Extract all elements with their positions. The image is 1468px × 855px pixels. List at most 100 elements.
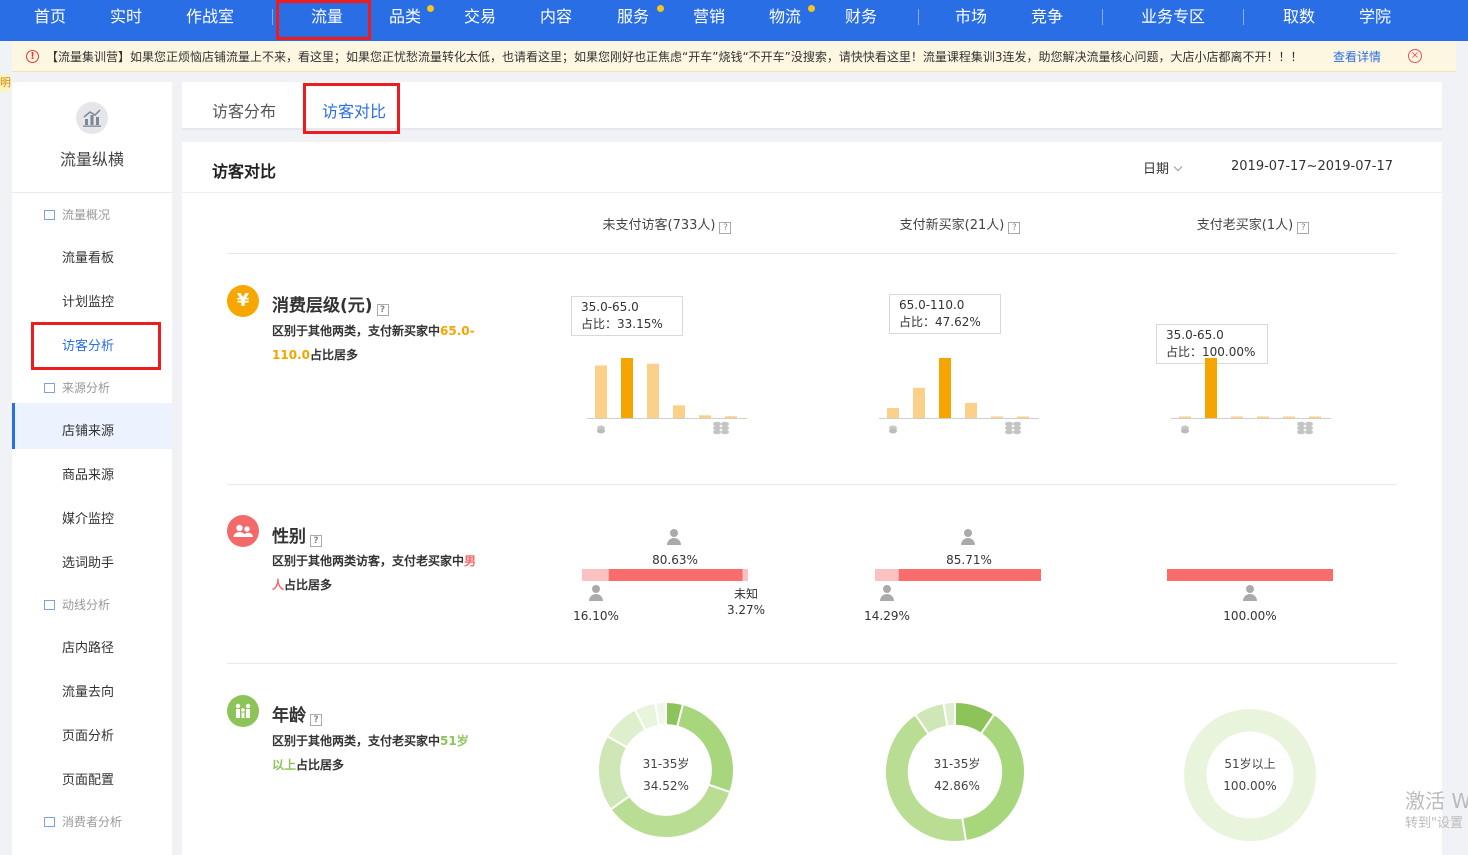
- sidebar-divider: [12, 192, 172, 193]
- consumption-bar: [1231, 416, 1243, 418]
- sidebar-item-page-analysis[interactable]: 页面分析: [62, 725, 114, 744]
- gender-female-pct-new-buyer: 14.29%: [864, 609, 910, 623]
- age-center-label-unpaid: 31-35岁: [642, 757, 690, 771]
- coin-stack-icon: [1297, 425, 1305, 431]
- building-icon: [44, 210, 55, 220]
- tooltip-unpaid-level: 35.0-65.0 占比：33.15%: [571, 296, 683, 336]
- sidebar-item-traffic-board[interactable]: 流量看板: [62, 247, 114, 266]
- highlight-box-tab: [303, 83, 400, 134]
- sidebar-group-path: 动线分析: [44, 596, 110, 613]
- age-donut-new-buyer: [884, 700, 1026, 843]
- nav-category-dot: [427, 5, 434, 12]
- family-icon: [227, 695, 259, 727]
- gender-bar-old-buyer: [1167, 569, 1333, 581]
- age-donut-slice: [1184, 709, 1316, 841]
- tooltip-new-buyer-level: 65.0-110.0 占比：47.62%: [889, 294, 1001, 334]
- building-icon: [44, 817, 55, 827]
- consumption-bar: [913, 387, 925, 418]
- nav-category[interactable]: 品类: [389, 0, 421, 33]
- consumption-bar-chart-old-buyer: [1171, 358, 1331, 435]
- coin-stack-icon: [1297, 421, 1305, 427]
- row-divider: [227, 253, 1397, 254]
- date-selector[interactable]: 日期: [1143, 158, 1183, 177]
- sidebar-item-keyword-helper[interactable]: 选词助手: [62, 552, 114, 571]
- notice-bar: ! 【流量集训营】如果您正烦恼店铺流量上不来，看这里；如果您正忧愁流量转化太低，…: [12, 42, 1456, 72]
- help-icon[interactable]: ?: [310, 535, 322, 547]
- nav-competition[interactable]: 竞争: [1031, 0, 1063, 33]
- nav-logistics[interactable]: 物流: [769, 0, 801, 33]
- gender-unknown-pct-unpaid: 3.27%: [726, 603, 766, 617]
- help-icon[interactable]: ?: [1297, 222, 1310, 234]
- coin-stack-icon: [1013, 421, 1021, 427]
- sidebar-item-page-config[interactable]: 页面配置: [62, 769, 114, 788]
- activation-watermark: 激活 W: [1405, 789, 1468, 813]
- coin-stack-icon: [721, 421, 729, 427]
- coin-stack-icon: [713, 425, 721, 431]
- gender-segment-male: [898, 569, 1041, 581]
- age-center-label-new-buyer: 31-35岁: [933, 757, 981, 771]
- nav-separator: [918, 9, 919, 25]
- nav-finance[interactable]: 财务: [845, 0, 877, 33]
- sidebar-item-media-monitor[interactable]: 媒介监控: [62, 508, 114, 527]
- female-person-icon: [589, 585, 603, 601]
- edge-mark: 明: [0, 74, 11, 92]
- coin-stack-icon: [1005, 429, 1013, 435]
- nav-realtime[interactable]: 实时: [110, 0, 142, 33]
- gender-unknown-label: 未知: [733, 587, 758, 601]
- section-title-gender: 性别?: [272, 522, 322, 547]
- nav-marketing[interactable]: 营销: [693, 0, 725, 33]
- nav-trade[interactable]: 交易: [464, 0, 496, 33]
- bar-chart-icon: [76, 102, 108, 134]
- highlight-box-visitor-analysis: [31, 322, 161, 370]
- female-person-icon: [880, 585, 894, 601]
- panel-title: 访客对比: [212, 162, 277, 181]
- consumption-bar: [1179, 416, 1191, 418]
- section-desc-age: 区别于其他两类，支付老买家中51岁以上占比居多: [272, 734, 469, 772]
- gender-bar-unpaid: [582, 569, 748, 581]
- top-nav: 首页 实时 作战室 流量 品类 交易 内容 服务 营销 物流 财务 市场 竞争 …: [0, 0, 1468, 41]
- gender-female-pct-unpaid: 16.10%: [573, 609, 619, 623]
- coin-stack-icon: [713, 421, 721, 427]
- sidebar-group-source: 来源分析: [44, 379, 110, 396]
- sidebar-item-store-path[interactable]: 店内路径: [62, 637, 114, 656]
- nav-content[interactable]: 内容: [540, 0, 572, 33]
- section-title-age: 年龄?: [272, 701, 322, 726]
- building-icon: [44, 383, 55, 393]
- nav-market[interactable]: 市场: [955, 0, 987, 33]
- close-icon[interactable]: ×: [1408, 49, 1422, 63]
- nav-data-fetch[interactable]: 取数: [1283, 0, 1315, 33]
- section-desc-gender: 区别于其他两类访客，支付老买家中男人占比居多: [272, 554, 477, 592]
- age-center-value-old-buyer: 100.00%: [1223, 779, 1277, 793]
- tab-visitor-distribution[interactable]: 访客分布: [212, 98, 276, 122]
- age-center-label-old-buyer: 51岁以上: [1224, 757, 1276, 771]
- help-icon[interactable]: ?: [376, 304, 389, 316]
- column-head-unpaid: 未支付访客(733人)?: [572, 214, 762, 234]
- notice-text: 【流量集训营】如果您正烦恼店铺流量上不来，看这里；如果您正忧愁流量转化太低，也请…: [46, 50, 1303, 64]
- nav-war-room[interactable]: 作战室: [186, 0, 234, 33]
- age-donut-slice: [961, 712, 1026, 843]
- help-icon[interactable]: ?: [310, 714, 322, 726]
- age-donut-old-buyer: [1184, 709, 1316, 841]
- coin-stack-icon: [1305, 421, 1313, 427]
- coin-stack-icon: [1297, 429, 1305, 435]
- consumption-bar: [673, 405, 685, 418]
- coin-low-icon: [889, 428, 897, 434]
- gender-segment-female: [582, 569, 609, 581]
- coin-stack-icon: [1013, 429, 1021, 435]
- notice-detail-link[interactable]: 查看详情: [1333, 42, 1381, 72]
- sidebar-item-plan-monitor[interactable]: 计划监控: [62, 291, 114, 310]
- male-person-icon: [961, 529, 975, 545]
- nav-business-zone[interactable]: 业务专区: [1141, 0, 1205, 33]
- help-icon[interactable]: ?: [719, 222, 732, 234]
- column-head-old-buyer: 支付老买家(1人)?: [1158, 214, 1348, 234]
- coin-stack-icon: [721, 429, 729, 435]
- coin-low-icon: [597, 428, 605, 434]
- sidebar-item-shop-source[interactable]: 店铺来源: [62, 420, 114, 439]
- sidebar-item-traffic-exit[interactable]: 流量去向: [62, 681, 114, 700]
- nav-home[interactable]: 首页: [34, 0, 66, 33]
- help-icon[interactable]: ?: [1008, 222, 1021, 234]
- sidebar-item-product-source[interactable]: 商品来源: [62, 464, 114, 483]
- nav-service[interactable]: 服务: [617, 0, 649, 33]
- sidebar: 流量纵横 流量概况 流量看板 计划监控 访客分析 来源分析 店铺来源 商品来源 …: [12, 82, 172, 855]
- nav-academy[interactable]: 学院: [1359, 0, 1391, 33]
